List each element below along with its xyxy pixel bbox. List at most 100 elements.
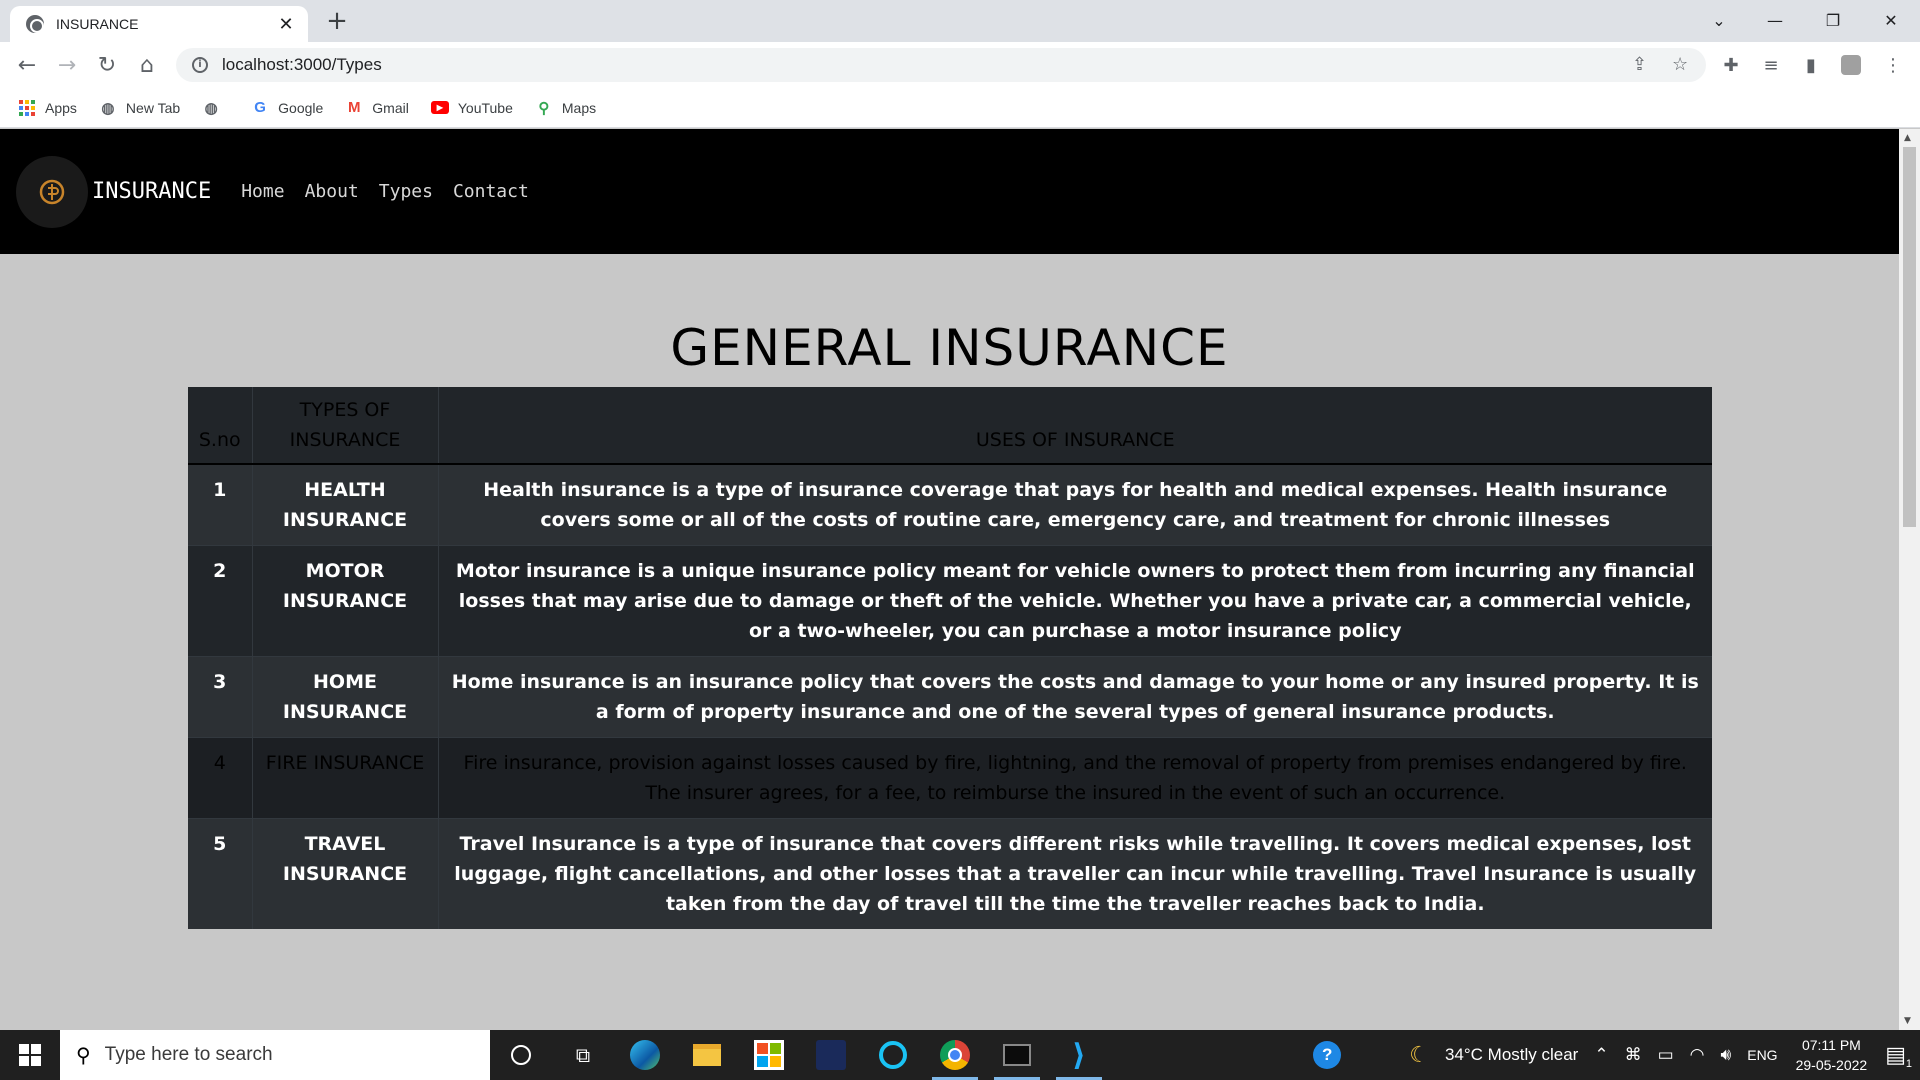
row-type: MOTOR INSURANCE — [252, 545, 439, 657]
bookmark-google[interactable]: G Google — [251, 99, 323, 117]
forward-button[interactable]: → — [52, 50, 82, 80]
row-type: FIRE INSURANCE — [252, 737, 439, 819]
site-info-icon[interactable]: i — [192, 57, 208, 73]
header-type: TYPES OF INSURANCE — [252, 387, 439, 465]
bookmark-star-icon[interactable]: ☆ — [1672, 54, 1688, 75]
back-button[interactable]: ← — [12, 50, 42, 80]
row-sno: 5 — [188, 818, 253, 929]
side-panel-icon[interactable]: ▮ — [1798, 52, 1824, 78]
volume-icon[interactable]: 🔊︎ — [1721, 1045, 1732, 1065]
header-uses: USES OF INSURANCE — [438, 387, 1712, 465]
language-indicator[interactable]: ENG — [1747, 1047, 1777, 1063]
browser-tab[interactable]: INSURANCE ✕ — [10, 6, 308, 42]
coin-hand-icon — [39, 179, 65, 204]
windows-taskbar: ⚲ Type here to search ⧉ ⟩ ? ☾ 34°C Mostl… — [0, 1030, 1920, 1080]
chrome-icon[interactable] — [924, 1030, 986, 1080]
start-button[interactable] — [0, 1030, 60, 1080]
bookmark-maps[interactable]: ⚲ Maps — [535, 99, 596, 117]
meet-now-icon[interactable]: ⌘ — [1625, 1045, 1642, 1065]
row-uses: Health insurance is a type of insurance … — [438, 463, 1712, 546]
weather-moon-icon[interactable]: ☾ — [1409, 1042, 1429, 1068]
new-tab-button[interactable]: + — [322, 6, 352, 36]
table-row: 5 TRAVEL INSURANCE Travel Insurance is a… — [188, 818, 1712, 929]
minimize-button[interactable]: — — [1746, 0, 1804, 40]
close-window-button[interactable]: ✕ — [1862, 0, 1920, 40]
system-tray: ? ☾ 34°C Mostly clear ⌃ ⌘ ▭ ◠ 🔊︎ ENG 07:… — [1305, 1030, 1920, 1080]
extensions-icon[interactable]: ✚ — [1718, 52, 1744, 78]
bookmark-label: Google — [278, 99, 324, 116]
table-row: 4 FIRE INSURANCE Fire insurance, provisi… — [188, 737, 1712, 819]
bookmark-label: YouTube — [457, 99, 513, 116]
close-tab-icon[interactable]: ✕ — [276, 14, 296, 35]
search-placeholder: Type here to search — [104, 1044, 273, 1065]
menu-icon[interactable]: ⋮ — [1880, 52, 1906, 78]
restore-button[interactable]: ❐ — [1804, 0, 1862, 40]
bookmark-gmail[interactable]: M Gmail — [345, 99, 409, 117]
microsoft-store-icon[interactable] — [738, 1030, 800, 1080]
browser-tabstrip: INSURANCE ✕ + ⌄ — ❐ ✕ — [0, 0, 1920, 42]
row-type: HOME INSURANCE — [252, 656, 439, 738]
battery-icon[interactable]: ▭ — [1658, 1045, 1674, 1065]
brand-name[interactable]: INSURANCE — [92, 179, 211, 204]
share-icon[interactable]: ⇪ — [1632, 54, 1647, 75]
table-row: 2 MOTOR INSURANCE Motor insurance is a u… — [188, 545, 1712, 657]
nav-contact-link[interactable]: Contact — [453, 181, 529, 202]
scroll-up-arrow-icon[interactable]: ▲ — [1904, 133, 1911, 143]
bookmark-label: Gmail — [372, 99, 409, 116]
row-uses: Fire insurance, provision against losses… — [438, 737, 1712, 819]
clock[interactable]: 07:11 PM 29-05-2022 — [1796, 1035, 1868, 1075]
alexa-icon[interactable] — [862, 1030, 924, 1080]
tab-title: INSURANCE — [56, 16, 139, 32]
bookmark-apps[interactable]: Apps — [18, 99, 77, 117]
file-explorer-icon[interactable] — [676, 1030, 738, 1080]
vscode-icon[interactable]: ⟩ — [1048, 1030, 1110, 1080]
row-sno: 2 — [188, 545, 253, 657]
site-navbar: INSURANCE Home About Types Contact — [0, 129, 1899, 254]
nav-about-link[interactable]: About — [305, 181, 359, 202]
nav-types-link[interactable]: Types — [379, 181, 433, 202]
header-sno: S.no — [188, 387, 253, 465]
scroll-down-arrow-icon[interactable]: ▼ — [1904, 1016, 1911, 1026]
edge-icon[interactable] — [614, 1030, 676, 1080]
row-uses: Home insurance is an insurance policy th… — [438, 656, 1712, 738]
globe-icon — [26, 15, 44, 33]
scrollbar-thumb[interactable] — [1903, 147, 1916, 527]
reading-list-icon[interactable]: ≡ — [1758, 52, 1784, 78]
url-text: localhost:3000/Types — [222, 55, 382, 74]
row-uses: Travel Insurance is a type of insurance … — [438, 818, 1712, 929]
notifications-icon[interactable]: ▤ 1 — [1885, 1042, 1912, 1070]
taskbar-search-box[interactable]: ⚲ Type here to search — [60, 1030, 490, 1080]
reload-button[interactable]: ↻ — [92, 50, 122, 80]
bookmark-label: Maps — [561, 99, 597, 116]
help-icon[interactable]: ? — [1313, 1041, 1342, 1069]
prime-video-icon[interactable] — [800, 1030, 862, 1080]
terminal-icon[interactable] — [986, 1030, 1048, 1080]
clock-date: 29-05-2022 — [1795, 1057, 1868, 1073]
globe-icon: ◍ — [204, 99, 218, 117]
nav-home-link[interactable]: Home — [241, 181, 284, 202]
bookmark-globe[interactable]: ◍ — [202, 99, 229, 117]
page-viewport: INSURANCE Home About Types Contact GENER… — [0, 129, 1899, 1030]
weather-text[interactable]: 34°C Mostly clear — [1445, 1045, 1578, 1065]
tab-search-chevron-icon[interactable]: ⌄ — [1690, 0, 1748, 40]
apps-icon — [18, 99, 36, 117]
row-type: TRAVEL INSURANCE — [252, 818, 439, 929]
maps-icon: ⚲ — [538, 99, 550, 117]
wifi-icon[interactable]: ◠ — [1690, 1045, 1705, 1065]
cortana-icon[interactable] — [490, 1030, 552, 1080]
row-sno: 1 — [188, 463, 253, 546]
profile-avatar[interactable] — [1838, 52, 1864, 78]
table-row: 1 HEALTH INSURANCE Health insurance is a… — [188, 463, 1712, 546]
show-hidden-icons-icon[interactable]: ⌃ — [1594, 1045, 1608, 1065]
google-icon: G — [254, 99, 266, 116]
bookmark-new-tab[interactable]: ◍ New Tab — [99, 99, 180, 117]
bookmark-label: New Tab — [125, 99, 181, 116]
page-scrollbar[interactable]: ▲ ▼ — [1899, 129, 1920, 1030]
home-button[interactable]: ⌂ — [132, 50, 162, 80]
address-bar[interactable]: i localhost:3000/Types — [176, 48, 1706, 82]
bookmark-youtube[interactable]: ▶ YouTube — [430, 99, 513, 117]
brand-logo-icon[interactable] — [16, 155, 88, 228]
windows-logo-icon — [19, 1044, 41, 1066]
page-title: GENERAL INSURANCE — [670, 319, 1229, 377]
task-view-icon[interactable]: ⧉ — [552, 1030, 614, 1080]
